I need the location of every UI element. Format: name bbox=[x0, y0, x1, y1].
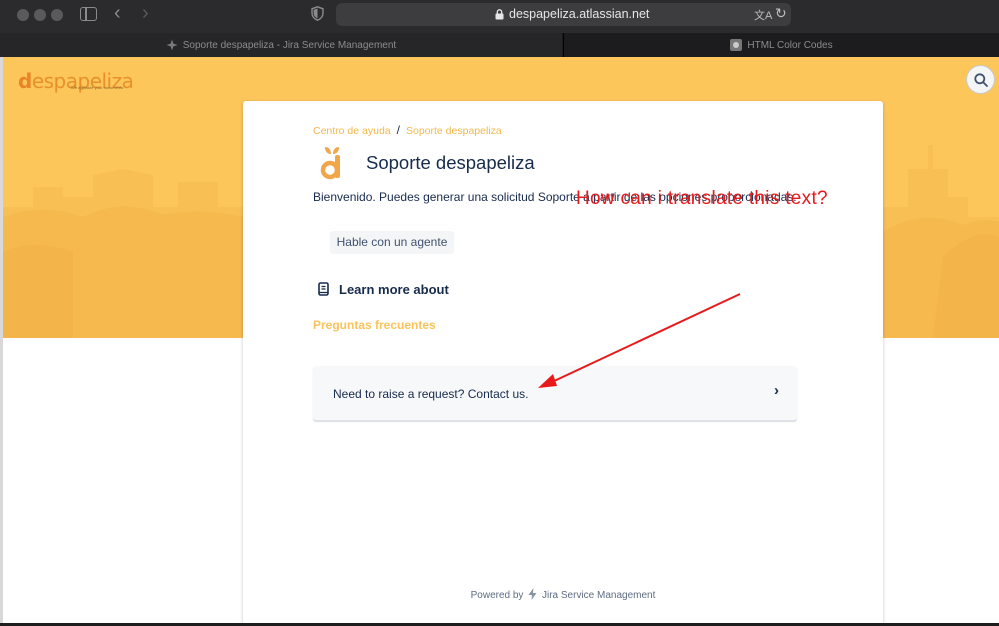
back-icon[interactable]: ‹ bbox=[114, 3, 121, 23]
tab-soporte[interactable]: Soporte despapeliza - Jira Service Manag… bbox=[0, 33, 562, 57]
raise-request-card[interactable]: Need to raise a request? Contact us. › bbox=[313, 366, 797, 421]
tab-html-color-codes[interactable]: HTML Color Codes bbox=[563, 33, 999, 57]
breadcrumb: Centro de ayuda / Soporte despapeliza bbox=[313, 123, 502, 137]
portal-card: Centro de ayuda / Soporte despapeliza Sopo… bbox=[243, 101, 883, 623]
tab-bar: Soporte despapeliza - Jira Service Manag… bbox=[0, 33, 999, 57]
browser-titlebar: ‹ › despapeliza.atlassian.net 文A ↻ bbox=[0, 0, 999, 33]
window-zoom-button[interactable] bbox=[51, 9, 63, 21]
lock-icon bbox=[495, 9, 504, 20]
learn-more-heading: Learn more about bbox=[339, 282, 449, 297]
url-text: despapeliza.atlassian.net bbox=[509, 7, 650, 21]
jira-icon bbox=[166, 39, 178, 51]
talk-to-agent-button[interactable]: Hable con un agente bbox=[330, 231, 454, 254]
powered-by-footer: Powered by Jira Service Management bbox=[243, 588, 883, 601]
reload-icon[interactable]: ↻ bbox=[775, 5, 787, 22]
logo-tagline: We digitalize your documents bbox=[71, 85, 124, 90]
privacy-shield-icon[interactable] bbox=[311, 6, 324, 21]
knowledge-base-icon bbox=[318, 282, 329, 296]
translate-icon[interactable]: 文A bbox=[754, 7, 772, 23]
breadcrumb-separator: / bbox=[396, 123, 400, 137]
search-icon bbox=[974, 73, 988, 87]
window-minimize-button[interactable] bbox=[34, 9, 46, 21]
address-bar[interactable]: despapeliza.atlassian.net 文A ↻ bbox=[336, 3, 791, 26]
sidebar-toggle-icon[interactable] bbox=[80, 7, 97, 21]
powered-by-product[interactable]: Jira Service Management bbox=[542, 590, 655, 601]
tab-label: HTML Color Codes bbox=[747, 39, 833, 51]
logo-mark: d bbox=[18, 69, 32, 93]
tab-label: Soporte despapeliza - Jira Service Manag… bbox=[182, 39, 397, 51]
web-page: despapeliza We digitalize your documents… bbox=[3, 57, 999, 623]
window-close-button[interactable] bbox=[17, 9, 29, 21]
color-codes-icon bbox=[730, 39, 743, 51]
portal-logo-icon bbox=[320, 147, 340, 180]
powered-by-label: Powered by bbox=[470, 590, 524, 601]
forward-icon[interactable]: › bbox=[142, 3, 149, 23]
raise-request-text: Need to raise a request? Contact us. bbox=[333, 387, 529, 401]
breadcrumb-help-center[interactable]: Centro de ayuda bbox=[313, 125, 391, 137]
faq-link[interactable]: Preguntas frecuentes bbox=[313, 318, 436, 332]
jira-bolt-icon bbox=[528, 588, 537, 600]
page-title: Soporte despapeliza bbox=[366, 152, 535, 173]
annotation-question: How can i translate this text? bbox=[576, 188, 828, 209]
breadcrumb-portal[interactable]: Soporte despapeliza bbox=[406, 125, 502, 137]
search-button[interactable] bbox=[966, 65, 995, 94]
chevron-right-icon: › bbox=[774, 382, 779, 399]
